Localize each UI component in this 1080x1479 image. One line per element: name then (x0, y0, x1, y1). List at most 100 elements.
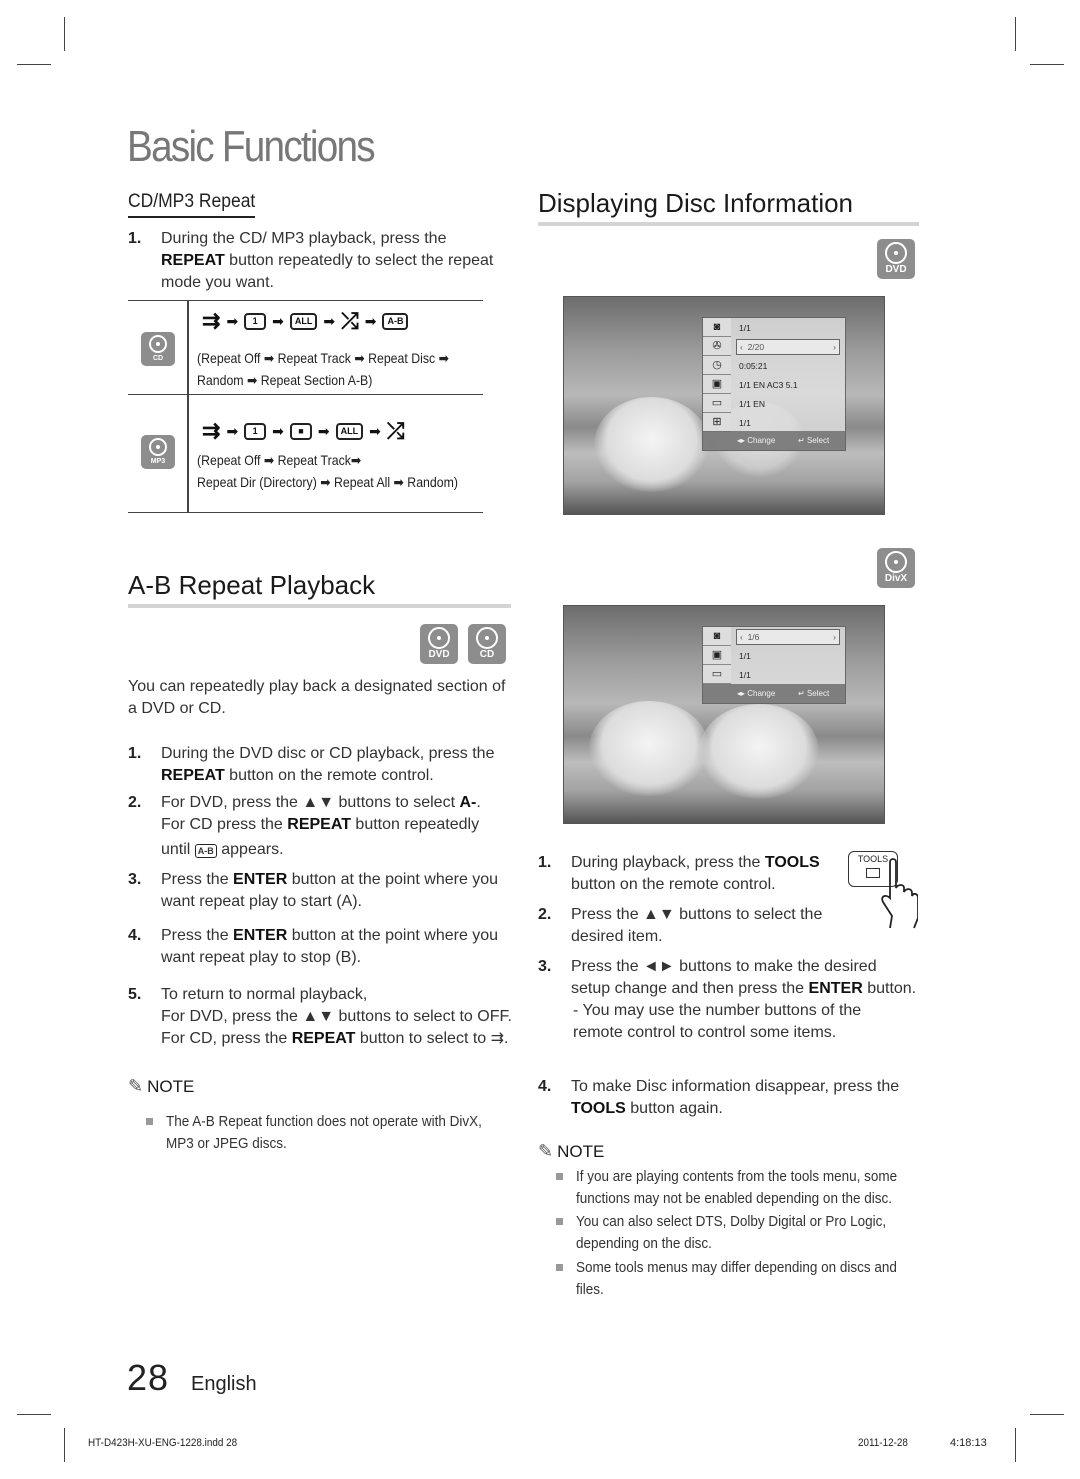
repeat-description-cd: (Repeat Off ➡ Repeat Track ➡ Repeat Disc… (197, 347, 479, 391)
repeat-mode-table: CD ⇉ ➡ 1 ➡ ALL ➡ ⤮ ➡ A-B (Repeat Off ➡ R… (128, 300, 483, 513)
step-number: 4. (128, 927, 142, 944)
puppy-image (589, 701, 709, 796)
step-number: 2. (538, 906, 552, 923)
crop-mark (1015, 1428, 1016, 1462)
repeat-sequence-cd: ⇉ ➡ 1 ➡ ALL ➡ ⤮ ➡ A-B (202, 308, 409, 333)
arrow-icon: ➡ (272, 422, 284, 439)
disc-icon (428, 627, 450, 649)
step-text: To make Disc information disappear, pres… (571, 1078, 900, 1095)
repeat-off-icon: ⇉ (202, 308, 221, 333)
audio-icon: ▣ (703, 646, 731, 665)
select-hint: ↵ Select (798, 431, 829, 450)
repeat-all-icon: ALL (335, 422, 364, 440)
pencil-icon: ✎ (128, 1076, 144, 1096)
subtitle-icon: ▭ (703, 394, 731, 413)
step-text: During playback, press the (571, 854, 765, 871)
puppy-image (699, 704, 819, 799)
select-label: Select (806, 689, 830, 698)
step-number: 4. (538, 1078, 552, 1095)
chevron-right-icon[interactable]: › (833, 630, 836, 645)
chevron-right-icon[interactable]: › (833, 340, 836, 355)
disc-icon (149, 438, 167, 456)
repeat-disc-icon: ALL (289, 312, 318, 330)
bullet-icon (146, 1118, 153, 1125)
disc-step-1: 1. During playback, press the TOOLS butt… (538, 852, 828, 896)
select-hint: ↵ Select (798, 684, 829, 703)
enter-keyword: ENTER (808, 980, 863, 997)
description-line: (Repeat Off ➡ Repeat Track➡ (197, 452, 362, 468)
osd-icon-column: ◙ ✇ ◷ ▣ ▭ ⊞ (703, 318, 731, 432)
repeat-track-icon: 1 (244, 312, 267, 330)
note-text: Some tools menus may differ depending on… (576, 1259, 897, 1298)
bullet-icon (556, 1173, 563, 1180)
osd-chapter-selector[interactable]: ‹ 2/20 › (736, 339, 840, 355)
step-number: 1. (128, 745, 142, 762)
crop-mark (1030, 64, 1064, 65)
crop-mark (17, 1414, 51, 1415)
dvd-disc-badge: DVD (420, 624, 458, 664)
chapter-icon: ✇ (703, 337, 731, 356)
page-language: English (191, 1373, 257, 1395)
repeat-ab-icon: A-B (382, 312, 409, 330)
audio-icon: ▣ (703, 375, 731, 394)
badge-label: CD (479, 649, 495, 660)
step-number: 5. (128, 986, 142, 1003)
step-text: During the DVD disc or CD playback, pres… (161, 745, 495, 762)
step-text: until (161, 841, 195, 858)
ab-note-item: The A-B Repeat function does not operate… (146, 1111, 526, 1155)
angle-icon: ⊞ (703, 413, 731, 432)
crop-mark (1015, 17, 1016, 51)
osd-icon-column: ◙ ▣ ▭ (703, 627, 731, 684)
disc-note-heading: ✎ NOTE (538, 1141, 604, 1162)
chevron-left-icon[interactable]: ‹ (740, 632, 743, 642)
repeat-track-icon: 1 (244, 422, 267, 440)
ab-step-3: 3. Press the ENTER button at the point w… (128, 869, 513, 913)
osd-title-selector[interactable]: ‹ 1/6 › (736, 629, 840, 645)
cd-disc-badge: CD (141, 332, 175, 366)
ab-step-4: 4. Press the ENTER button at the point w… (128, 925, 513, 969)
disc-icon (885, 242, 907, 264)
badge-label: DivX (884, 573, 908, 584)
disc-icon (476, 627, 498, 649)
note-text: You can also select DTS, Dolby Digital o… (576, 1213, 887, 1252)
osd-angle-value: 1/1 (739, 418, 751, 428)
enter-icon: ↵ (798, 436, 805, 445)
repeat-keyword: REPEAT (291, 1030, 356, 1047)
osd-chapter-value: 2/20 (747, 342, 765, 352)
step-subnote: - You may use the number buttons of the … (573, 1002, 862, 1041)
badge-label: CD (152, 355, 164, 362)
osd-title-value: 1/6 (747, 632, 760, 642)
disc-step-3: 3. Press the ◄► buttons to make the desi… (538, 956, 918, 1044)
divx-info-screen: ◙ ▣ ▭ ‹ 1/6 › 1/1 1/1 ◂▸ Change ↵ Select (563, 605, 885, 824)
disc-info-heading: Displaying Disc Information (538, 188, 919, 226)
cd-disc-badge: CD (468, 624, 506, 664)
step-number: 3. (128, 871, 142, 888)
repeat-sequence-mp3: ⇉ ➡ 1 ➡ ■ ➡ ALL ➡ ⤮ (202, 420, 404, 442)
disc-icon (149, 335, 167, 353)
repeat-keyword: REPEAT (161, 252, 225, 269)
step-text: To return to normal playback, (161, 986, 368, 1003)
badge-label: DVD (885, 264, 907, 275)
ab-repeat-heading: A-B Repeat Playback (128, 570, 511, 608)
note-label: NOTE (557, 1141, 605, 1161)
crop-mark (1030, 1414, 1064, 1415)
step-text: appears. (216, 841, 284, 858)
footer-date: 2011-12-28 (858, 1437, 908, 1449)
dvd-info-screen: ◙ ✇ ◷ ▣ ▭ ⊞ 1/1 ‹ 2/20 › 0:05:21 1/1 EN … (563, 296, 885, 515)
page-number: 28 (127, 1357, 170, 1398)
step-text: button again. (625, 1100, 723, 1117)
enter-keyword: ENTER (233, 871, 288, 888)
ab-note-heading: ✎ NOTE (128, 1076, 194, 1097)
repeat-keyword: REPEAT (287, 816, 351, 833)
step-number: 1. (128, 230, 142, 247)
osd-audio-value: 1/1 EN AC3 5.1 (739, 380, 798, 390)
badge-label: DVD (428, 649, 450, 660)
osd-subtitle-value: 1/1 (739, 670, 751, 680)
osd-footer: ◂▸ Change ↵ Select (703, 684, 845, 703)
arrow-icon: ➡ (323, 312, 336, 329)
enter-keyword: ENTER (233, 927, 288, 944)
arrow-icon: ➡ (317, 422, 330, 439)
step-text: Press the (161, 871, 234, 888)
bullet-icon (556, 1218, 563, 1225)
chevron-left-icon[interactable]: ‹ (740, 342, 743, 352)
